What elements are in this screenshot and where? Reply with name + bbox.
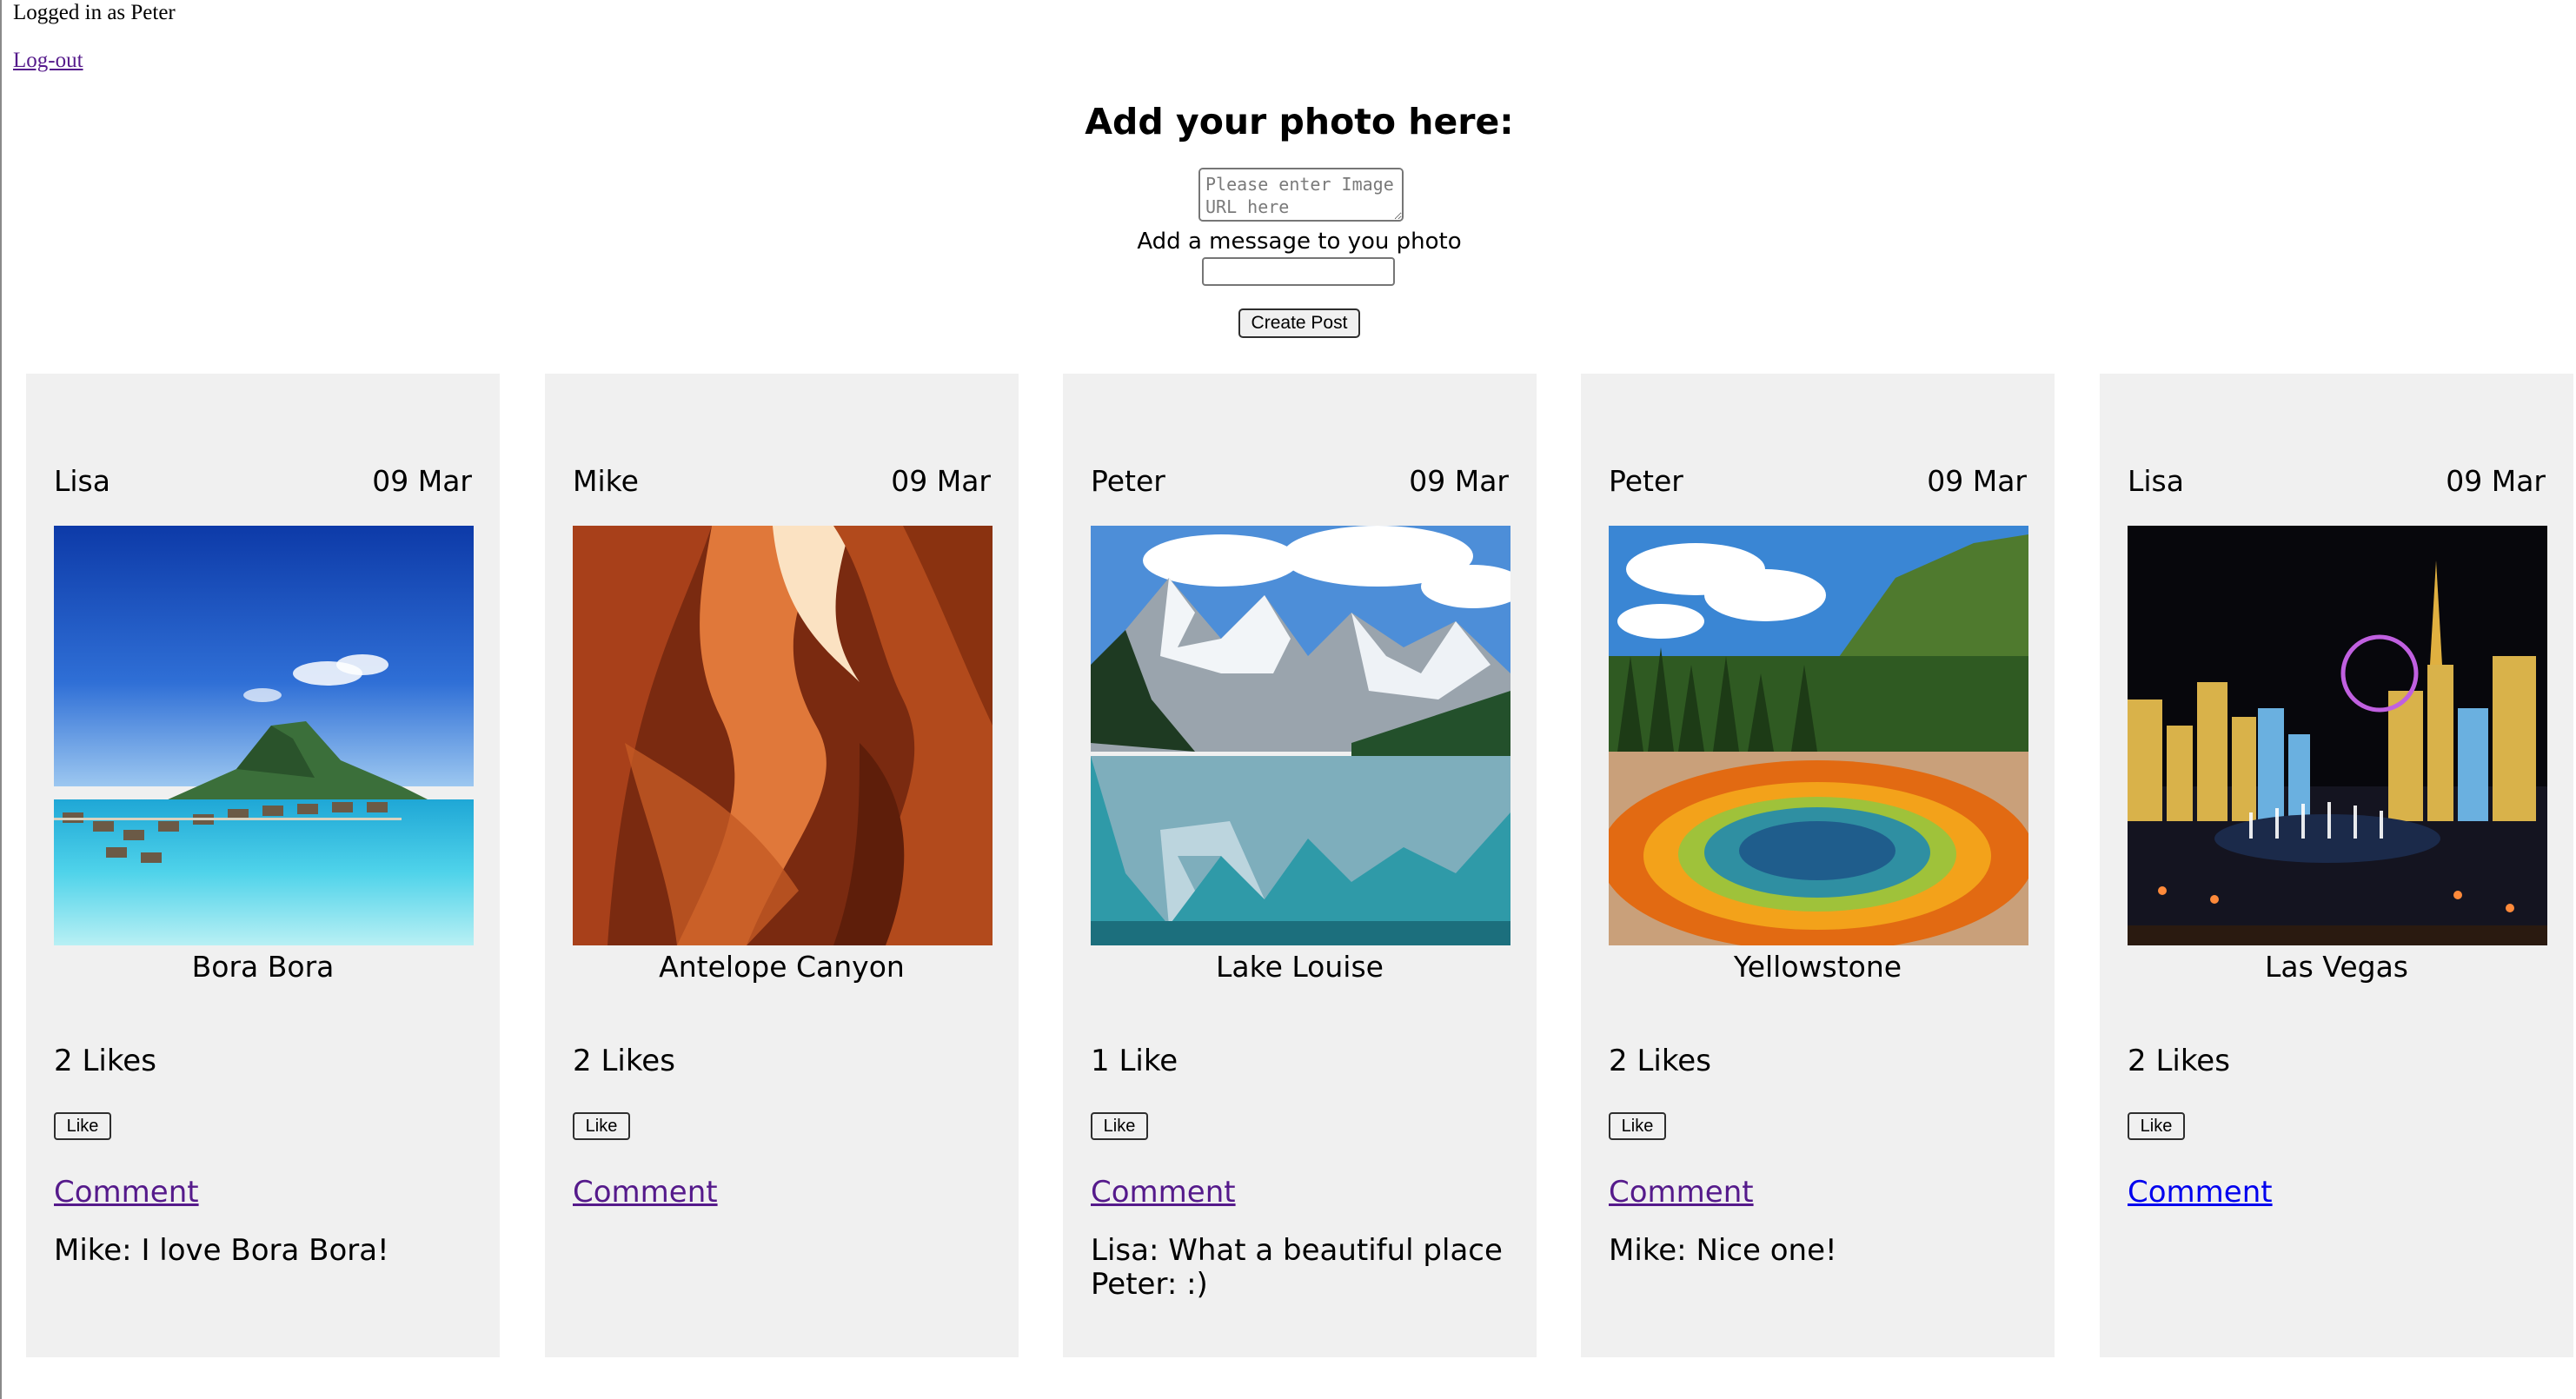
left-border bbox=[0, 0, 2, 1399]
comment: Lisa: What a beautiful place bbox=[1091, 1233, 1503, 1268]
like-button[interactable]: Like bbox=[573, 1112, 630, 1140]
city-night-photo bbox=[2128, 526, 2547, 945]
comment-link[interactable]: Comment bbox=[1091, 1173, 1236, 1211]
like-count: 1 Like bbox=[1091, 1044, 1178, 1078]
like-count: 2 Likes bbox=[54, 1044, 156, 1078]
post-photo bbox=[573, 526, 993, 945]
beach-photo bbox=[54, 526, 474, 945]
comment: Mike: I love Bora Bora! bbox=[54, 1233, 389, 1268]
post-card: Mike 09 Mar Antelope Canyon 2 Likes Like… bbox=[545, 374, 1019, 1357]
comment-list: Mike: Nice one! bbox=[1609, 1234, 2035, 1268]
comment-list: Mike: I love Bora Bora! bbox=[54, 1234, 480, 1268]
like-count: 2 Likes bbox=[573, 1044, 675, 1078]
post-author: Mike bbox=[573, 464, 639, 498]
post-date: 09 Mar bbox=[1409, 464, 1509, 498]
comment-link[interactable]: Comment bbox=[573, 1173, 718, 1211]
like-count: 2 Likes bbox=[1609, 1044, 1711, 1078]
post-date: 09 Mar bbox=[1927, 464, 2027, 498]
create-post-button[interactable]: Create Post bbox=[1238, 308, 1360, 338]
like-button[interactable]: Like bbox=[54, 1112, 111, 1140]
like-button[interactable]: Like bbox=[2128, 1112, 2185, 1140]
post-caption: Lake Louise bbox=[1216, 950, 1384, 984]
comment-link[interactable]: Comment bbox=[54, 1173, 199, 1211]
lake-photo bbox=[1091, 526, 1510, 945]
post-card: Lisa 09 Mar bbox=[26, 374, 500, 1357]
hot-spring-photo bbox=[1609, 526, 2028, 945]
post-date: 09 Mar bbox=[372, 464, 472, 498]
post-author: Lisa bbox=[2128, 464, 2184, 498]
post-photo bbox=[54, 526, 474, 945]
post-date: 09 Mar bbox=[2446, 464, 2546, 498]
comment-link[interactable]: Comment bbox=[2128, 1173, 2273, 1211]
post-card: Peter 09 Mar Lake Louise 1 Like Like Com… bbox=[1063, 374, 1537, 1357]
message-label: Add a message to you photo bbox=[1137, 229, 1462, 255]
post-caption: Bora Bora bbox=[191, 950, 335, 984]
post-date: 09 Mar bbox=[891, 464, 991, 498]
comment-link[interactable]: Comment bbox=[1609, 1173, 1754, 1211]
like-count: 2 Likes bbox=[2128, 1044, 2230, 1078]
post-caption: Antelope Canyon bbox=[659, 950, 905, 984]
like-button[interactable]: Like bbox=[1609, 1112, 1666, 1140]
logout-link[interactable]: Log-out bbox=[13, 48, 83, 74]
image-url-input[interactable] bbox=[1198, 168, 1404, 222]
comment-list: Lisa: What a beautiful place Peter: :) bbox=[1091, 1234, 1517, 1302]
post-author: Peter bbox=[1609, 464, 1683, 498]
login-status: Logged in as Peter bbox=[13, 1, 176, 24]
comment: Mike: Nice one! bbox=[1609, 1233, 1837, 1268]
post-caption: Las Vegas bbox=[2265, 950, 2408, 984]
post-photo bbox=[1091, 526, 1510, 945]
post-caption: Yellowstone bbox=[1733, 950, 1902, 984]
comment: Peter: :) bbox=[1091, 1267, 1208, 1302]
like-button[interactable]: Like bbox=[1091, 1112, 1148, 1140]
post-author: Lisa bbox=[54, 464, 110, 498]
post-card: Lisa 09 Mar bbox=[2100, 374, 2573, 1357]
post-card: Peter 09 Mar Yellowstone 2 Likes Like Co… bbox=[1581, 374, 2055, 1357]
post-photo bbox=[1609, 526, 2028, 945]
post-photo bbox=[2128, 526, 2547, 945]
message-input[interactable] bbox=[1202, 257, 1395, 286]
form-title: Add your photo here: bbox=[1085, 101, 1514, 143]
canyon-photo bbox=[573, 526, 993, 945]
post-author: Peter bbox=[1091, 464, 1165, 498]
